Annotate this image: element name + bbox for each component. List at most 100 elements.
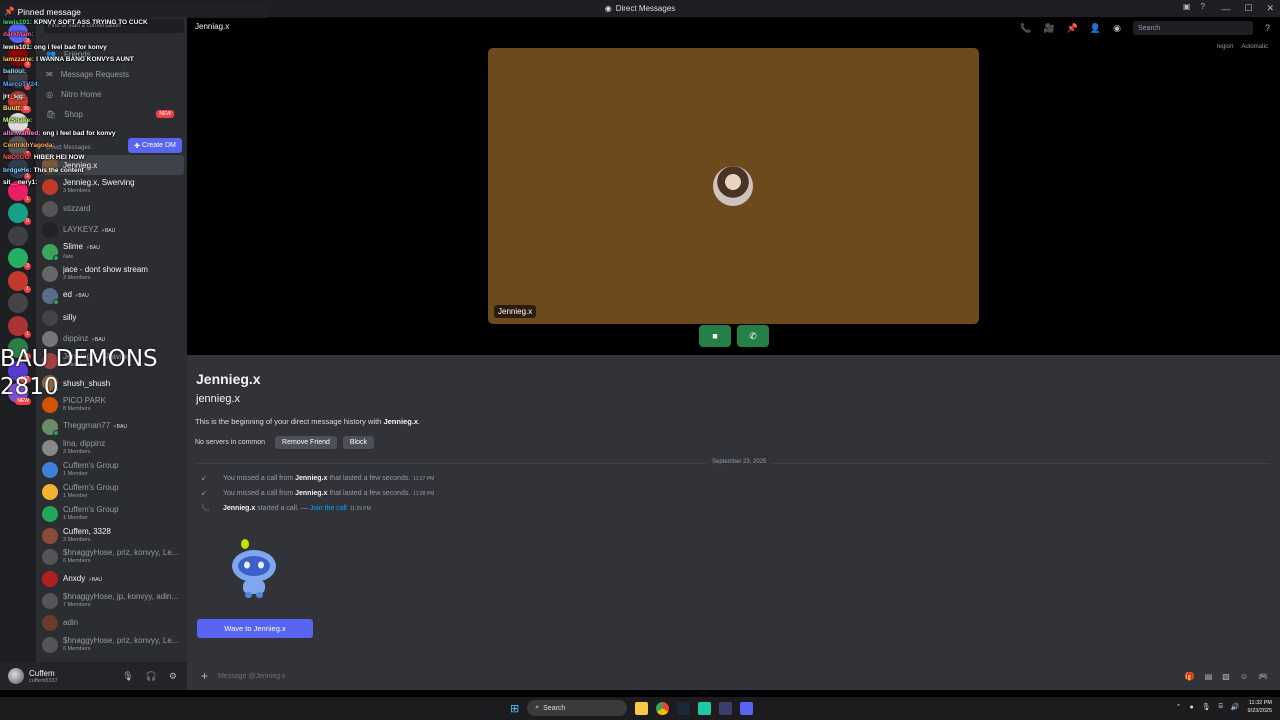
join-call-button[interactable]: ✆ [737,325,769,347]
message-input[interactable]: + Message @Jennieg.x 🎁 ▤ ▧ ☺ 🎮 [195,665,1272,687]
gif-icon[interactable]: ▤ [1205,672,1213,681]
server-icon[interactable]: 2 [8,113,31,135]
windows-start-icon[interactable]: ⊞ [510,702,519,715]
message-username[interactable]: Jennieg.x [295,475,327,482]
apps-icon[interactable]: 🎮 [1258,672,1268,681]
server-icon[interactable] [8,225,28,246]
sticker-icon[interactable]: ▧ [1222,672,1230,681]
server-icon[interactable]: 7 [8,135,31,158]
profile-display-name: Jennieg.x [196,371,261,387]
message-username[interactable]: Jennieg.x [295,490,327,497]
profile-icon[interactable]: ◉ [1113,23,1121,34]
clock[interactable]: 11:32 PM 9/23/2025 [1248,699,1272,715]
microphone-icon[interactable]: 🎙 [122,671,133,682]
server-icon[interactable]: 9 [8,203,31,225]
dm-item[interactable]: Jennieg.x [42,155,184,175]
dm-item[interactable]: Jennieg.x, Swerving 3 Members [42,177,184,197]
inbox-icon[interactable]: ▣ [1183,2,1191,11]
video-tile[interactable]: Jennieg.x [488,48,979,324]
find-conversation-button[interactable]: Find or start a conversation [44,19,184,33]
server-icon[interactable]: 9 [8,45,31,68]
dm-item[interactable]: Cuffem's Group 1 Member [42,460,184,480]
nav-shop[interactable]: 🛍 Shop NEW [46,107,186,121]
dm-name-row: SlimeBAU [63,242,100,253]
dm-name: LAYKEYZ [63,224,99,234]
dm-item[interactable]: Cuffem's Group 1 Member [42,482,184,502]
dm-item[interactable]: stizzard [42,199,184,219]
message-username[interactable]: Jennieg.x [223,505,255,512]
dm-item[interactable]: AnxdyBAU [42,569,184,589]
dm-item[interactable]: silly [42,308,184,328]
chevron-up-icon[interactable]: ⌃ [1176,703,1182,711]
user-avatar[interactable] [8,668,24,684]
server-icon[interactable]: 1 [8,180,31,203]
maximize-button[interactable]: ☐ [1244,3,1252,14]
voice-call-icon[interactable]: 📞 [1020,23,1031,34]
taskbar-search[interactable]: ⌕ Search [527,700,628,716]
pin-icon[interactable]: 📌 [1067,23,1078,34]
dm-item[interactable]: LAYKEYZBAU [42,220,184,240]
discord-taskbar-icon[interactable] [740,701,754,715]
dm-item[interactable]: $hnaggyHose, priz, konvyy, Le... 6 Member… [42,547,184,567]
create-dm-button[interactable]: ✚ Create DM [128,138,182,153]
dm-sidebar: Find or start a conversation 👥 Friends ✉… [36,17,187,662]
dm-name-row: Cuffem's Group [63,505,119,514]
server-icon[interactable]: 96 [8,90,31,113]
user-info[interactable]: Cuffem cuffem5337 [29,669,58,684]
video-call-icon[interactable]: 🎥 [1043,23,1054,34]
avatar [42,484,58,500]
server-icon[interactable]: 3 [8,23,31,45]
message-prefix: You missed a call from [223,474,296,482]
dm-item[interactable]: lina, dippinz 3 Members [42,438,184,458]
search-input[interactable]: Search [1132,21,1253,35]
close-button[interactable]: ✕ [1266,3,1274,14]
server-icon[interactable] [8,293,28,313]
dm-name: adin [63,618,79,628]
server-icon[interactable]: 3 [8,248,31,270]
obs-icon[interactable] [719,701,733,715]
mic-tray-icon[interactable]: 🎙 [1202,703,1211,711]
dm-item[interactable]: Cuffem's Group 1 Member [42,504,184,524]
volume-icon[interactable]: 🔊 [1231,703,1240,711]
dm-item[interactable]: $hnaggyHose, jp, konvyy, adin... 7 Member… [42,591,184,611]
nav-message-requests[interactable]: ✉ Message Requests [46,67,129,81]
nav-friends[interactable]: 👥 Friends [46,47,91,61]
server-icon[interactable]: 1 [8,68,31,90]
network-icon[interactable]: ⌸ [1219,703,1223,711]
tray-app-icon[interactable]: ● [1189,704,1193,711]
app-icon[interactable] [698,701,712,715]
gift-icon[interactable]: 🎁 [1185,672,1195,681]
dm-item[interactable]: Cuffem, 3328 3 Members [42,526,184,546]
camera-button[interactable]: ■ [699,325,731,347]
help-icon[interactable]: ? [1201,2,1205,11]
nav-nitro-home[interactable]: ◎ Nitro Home [46,87,101,101]
minimize-button[interactable]: — [1221,4,1230,14]
dm-name: ed [63,290,72,300]
avatar [42,287,59,305]
block-button[interactable]: Block [342,436,375,449]
dm-item[interactable]: adin [42,613,184,633]
steam-icon[interactable] [677,701,691,715]
region-selector[interactable]: region Automatic [1217,44,1268,50]
direct-messages-header: Direct Messages [46,145,91,151]
server-icon[interactable]: 1 [8,158,31,180]
dm-item[interactable]: jace - dont show stream 3 Members [42,264,184,284]
server-icon[interactable]: 1 [8,315,31,338]
server-icon[interactable]: 1 [8,270,31,293]
emoji-icon[interactable]: ☺ [1240,672,1248,681]
add-friend-icon[interactable]: 👤 [1090,23,1101,34]
wave-button[interactable]: Wave to Jennieg.x [197,619,313,638]
headphones-icon[interactable]: 🎧 [146,671,157,682]
dm-item[interactable]: Theggman77BAU [42,417,184,437]
remove-friend-button[interactable]: Remove Friend [275,436,337,449]
join-call-link[interactable]: Join the call [310,505,347,512]
chrome-icon[interactable] [656,701,670,715]
dm-item[interactable]: SlimeBAU/late [42,242,184,262]
dm-item[interactable]: $hnaggyHose, priz, konvyy, Le... 6 Member… [42,635,184,655]
dm-text: jace - dont show stream 3 Members [63,265,148,283]
gear-icon[interactable]: ⚙ [169,671,177,682]
file-explorer-icon[interactable] [635,701,649,715]
plus-icon[interactable]: + [201,669,208,683]
dm-item[interactable]: edBAU [42,286,184,306]
help-icon[interactable]: ? [1265,23,1270,33]
